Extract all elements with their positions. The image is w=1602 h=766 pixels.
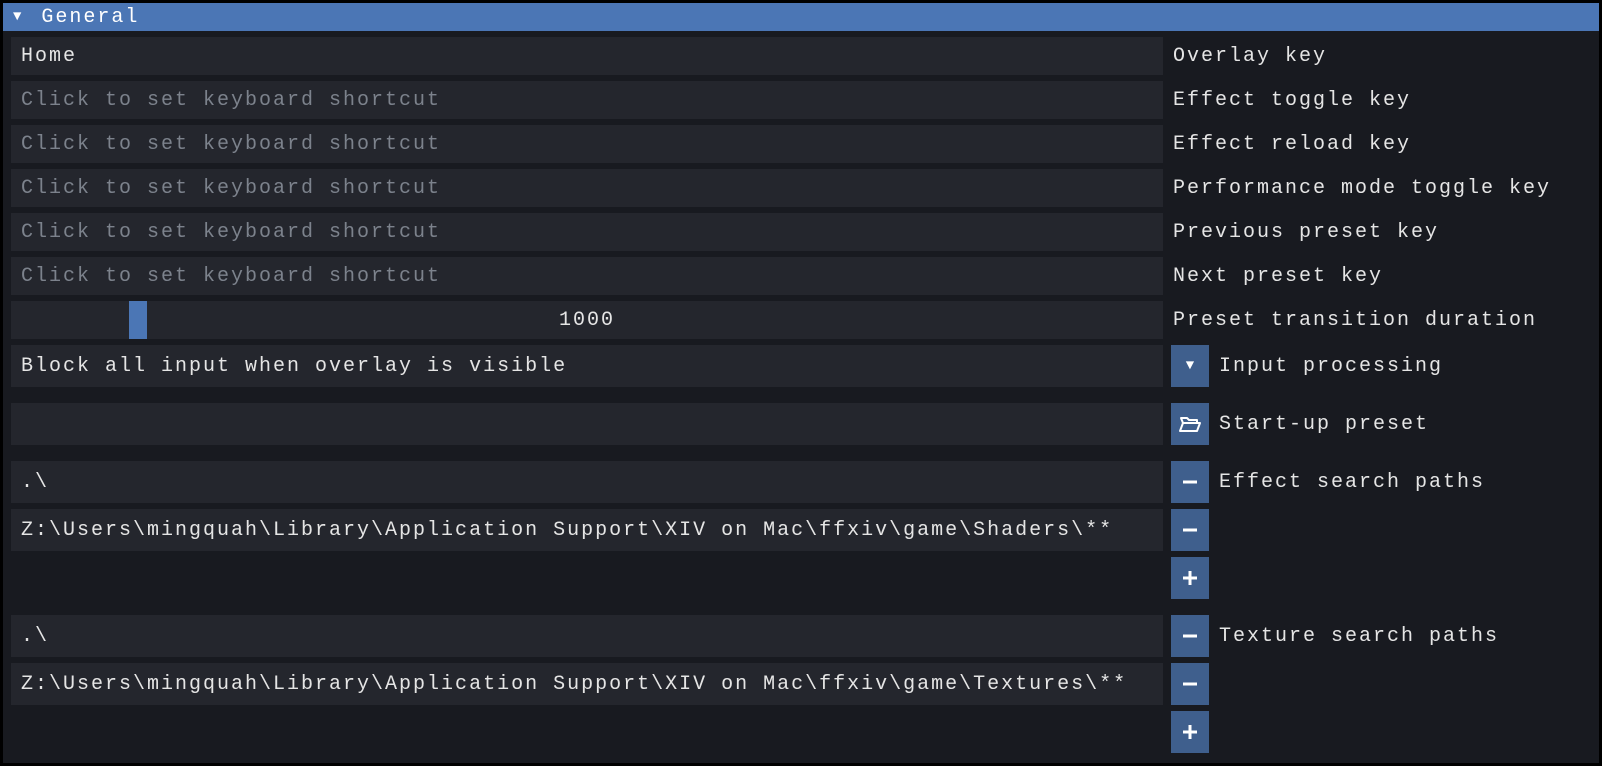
- next-preset-key-label: Next preset key: [1171, 257, 1591, 295]
- texture-path-remove-button-1[interactable]: [1171, 663, 1209, 705]
- section-title: General: [41, 6, 139, 29]
- slider-thumb[interactable]: [129, 301, 147, 339]
- texture-path-input-1[interactable]: Z:\Users\mingquah\Library\Application Su…: [11, 663, 1163, 705]
- plus-icon: [1182, 570, 1198, 586]
- general-settings-panel: ▼ General Home Overlay key Click to set …: [0, 0, 1602, 766]
- performance-mode-key-label: Performance mode toggle key: [1171, 169, 1591, 207]
- minus-icon: [1182, 474, 1198, 490]
- plus-icon: [1182, 724, 1198, 740]
- input-processing-label: Input processing: [1217, 345, 1591, 387]
- preset-transition-slider[interactable]: 1000: [11, 301, 1163, 339]
- startup-preset-input[interactable]: [11, 403, 1163, 445]
- texture-path-add-button[interactable]: [1171, 711, 1209, 753]
- texture-path-remove-button-0[interactable]: [1171, 615, 1209, 657]
- effect-reload-key-input[interactable]: Click to set keyboard shortcut: [11, 125, 1163, 163]
- minus-icon: [1182, 676, 1198, 692]
- input-processing-select[interactable]: Block all input when overlay is visible: [11, 345, 1163, 387]
- next-preset-key-input[interactable]: Click to set keyboard shortcut: [11, 257, 1163, 295]
- effect-path-add-button[interactable]: [1171, 557, 1209, 599]
- section-header-general[interactable]: ▼ General: [3, 3, 1599, 31]
- folder-open-icon: [1179, 415, 1201, 433]
- slider-value: 1000: [559, 309, 615, 332]
- collapse-arrow-icon: ▼: [13, 10, 23, 24]
- startup-preset-browse-button[interactable]: [1171, 403, 1209, 445]
- effect-reload-key-label: Effect reload key: [1171, 125, 1591, 163]
- previous-preset-key-input[interactable]: Click to set keyboard shortcut: [11, 213, 1163, 251]
- minus-icon: [1182, 522, 1198, 538]
- effect-path-input-0[interactable]: .\: [11, 461, 1163, 503]
- texture-path-input-0[interactable]: .\: [11, 615, 1163, 657]
- overlay-key-input[interactable]: Home: [11, 37, 1163, 75]
- effect-toggle-key-input[interactable]: Click to set keyboard shortcut: [11, 81, 1163, 119]
- overlay-key-label: Overlay key: [1171, 37, 1591, 75]
- previous-preset-key-label: Previous preset key: [1171, 213, 1591, 251]
- effect-path-remove-button-1[interactable]: [1171, 509, 1209, 551]
- chevron-down-icon: ▼: [1186, 358, 1194, 374]
- effect-path-input-1[interactable]: Z:\Users\mingquah\Library\Application Su…: [11, 509, 1163, 551]
- startup-preset-label: Start-up preset: [1217, 403, 1591, 445]
- preset-transition-label: Preset transition duration: [1171, 301, 1591, 339]
- section-body: Home Overlay key Click to set keyboard s…: [3, 31, 1599, 766]
- texture-paths-label: Texture search paths: [1217, 615, 1591, 657]
- effect-paths-label: Effect search paths: [1217, 461, 1591, 503]
- effect-toggle-key-label: Effect toggle key: [1171, 81, 1591, 119]
- minus-icon: [1182, 628, 1198, 644]
- effect-path-remove-button-0[interactable]: [1171, 461, 1209, 503]
- performance-mode-key-input[interactable]: Click to set keyboard shortcut: [11, 169, 1163, 207]
- input-processing-dropdown-button[interactable]: ▼: [1171, 345, 1209, 387]
